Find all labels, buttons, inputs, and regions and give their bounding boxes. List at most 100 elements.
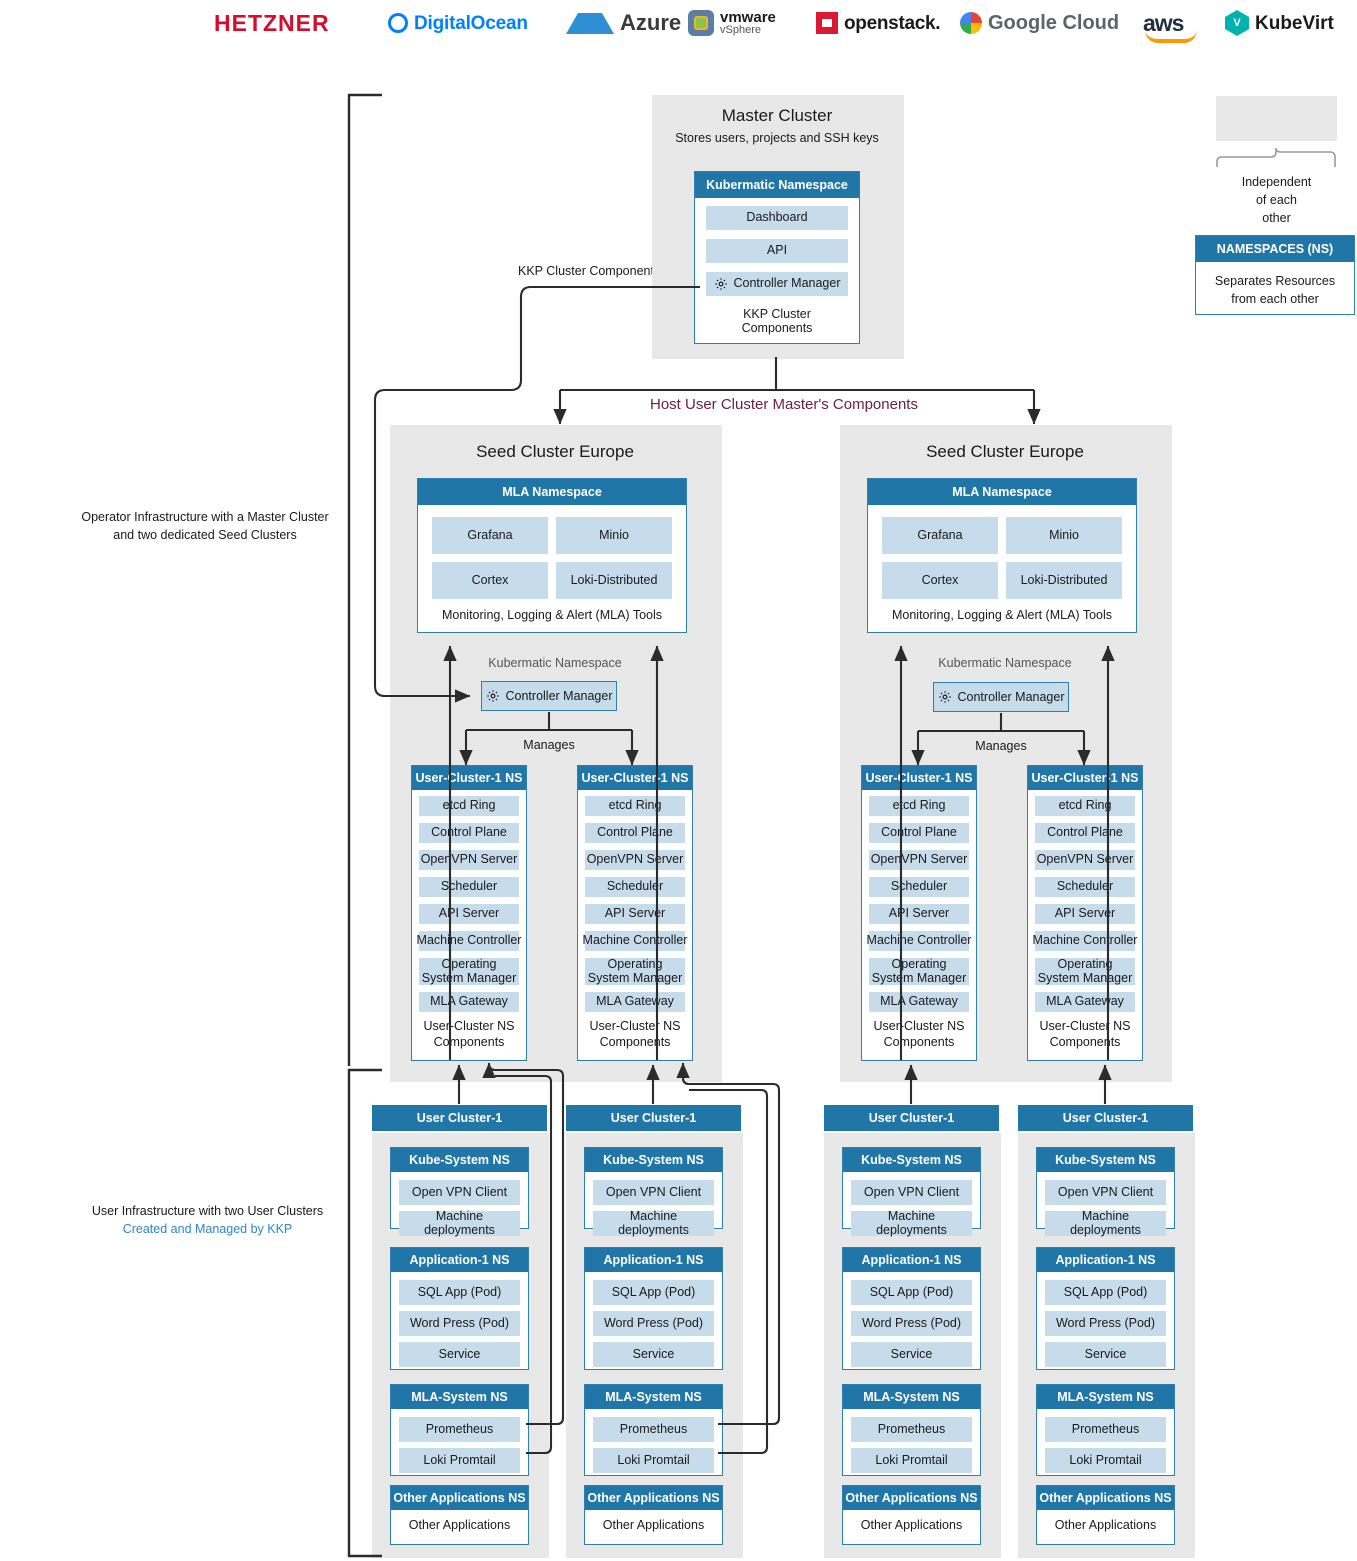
mla-item-cortex-0[interactable]: Cortex (432, 562, 548, 599)
uc-ns-header-3-3: Other Applications NS (1037, 1486, 1174, 1510)
uc-item-prometheus-1-2[interactable]: Prometheus (593, 1417, 714, 1442)
mla-item-cortex-1[interactable]: Cortex (882, 562, 998, 599)
uc-ns-item-etcd-ring-0-1[interactable]: etcd Ring (585, 796, 685, 816)
uc-ns-item-api-server-1-1[interactable]: API Server (1035, 904, 1135, 924)
logo-text-hetzner: HETZNER (214, 9, 330, 36)
master-ns-item-api[interactable]: API (706, 239, 848, 263)
uc-ns-item-control-plane-1-1[interactable]: Control Plane (1035, 823, 1135, 843)
uc-item-machine-deployments-0-0[interactable]: Machine deployments (399, 1209, 520, 1236)
uc-ns-item-scheduler-0-0[interactable]: Scheduler (419, 877, 519, 897)
master-controller-manager-chip[interactable]: Controller Manager (706, 272, 848, 296)
mla-item-loki-distributed-0[interactable]: Loki-Distributed (556, 562, 672, 599)
uc-ns-item-operating-system-manager-1-0[interactable]: Operating System Manager (869, 957, 969, 985)
uc-ns-item-openvpn-server-0-1[interactable]: OpenVPN Server (585, 850, 685, 870)
uc-ns-item-mla-gateway-1-0[interactable]: MLA Gateway (869, 992, 969, 1012)
uc-ns-item-api-server-1-0[interactable]: API Server (869, 904, 969, 924)
uc-item-service-1-1[interactable]: Service (593, 1342, 714, 1367)
uc-ns-body-3-2: Prometheus Loki Promtail (1037, 1409, 1174, 1473)
uc-ns-item-control-plane-0-0[interactable]: Control Plane (419, 823, 519, 843)
uc-ns-item-mla-gateway-1-1[interactable]: MLA Gateway (1035, 992, 1135, 1012)
uc-ns-item-machine-controller-0-0[interactable]: Machine Controller (417, 931, 521, 951)
uc-item-service-2-1[interactable]: Service (851, 1342, 972, 1367)
uc-ns-item-openvpn-server-0-0[interactable]: OpenVPN Server (419, 850, 519, 870)
logo-wordmark-openstack: openstack. (844, 14, 941, 33)
uc-item-loki-promtail-2-2[interactable]: Loki Promtail (851, 1448, 972, 1473)
uc-ns-footer-line1-1-0: User-Cluster NS (873, 1019, 965, 1033)
user-cluster-ns-body-1-1: etcd Ring Control Plane OpenVPN Server Sche… (1028, 790, 1142, 1050)
uc-ns-item-api-server-0-1[interactable]: API Server (585, 904, 685, 924)
logo-digitalocean: DigitalOcean (388, 0, 538, 46)
uc-ns-item-api-server-0-0[interactable]: API Server (419, 904, 519, 924)
legend-namespaces-card: NAMESPACES (NS) Separates Resources from e… (1195, 235, 1355, 315)
uc-ns-item-etcd-ring-0-0[interactable]: etcd Ring (419, 796, 519, 816)
uc-ns-item-mla-gateway-0-0[interactable]: MLA Gateway (419, 992, 519, 1012)
uc-ns-item-operating-system-manager-1-1[interactable]: Operating System Manager (1035, 957, 1135, 985)
legend-sample-box (1216, 96, 1337, 141)
gear-icon (714, 277, 728, 291)
uc-ns-card-2-1: Application-1 NS SQL App (Pod) Word Press … (842, 1247, 981, 1370)
uc-item-sql-app-pod--0-1[interactable]: SQL App (Pod) (399, 1280, 520, 1305)
user-cluster-header-1: User Cluster-1 (566, 1105, 741, 1131)
uc-ns-item-scheduler-0-1[interactable]: Scheduler (585, 877, 685, 897)
uc-ns-item-scheduler-1-0[interactable]: Scheduler (869, 877, 969, 897)
uc-item-sql-app-pod--3-1[interactable]: SQL App (Pod) (1045, 1280, 1166, 1305)
user-cluster-ns-header-1-1: User-Cluster-1 NS (1028, 766, 1142, 790)
uc-ns-item-control-plane-1-0[interactable]: Control Plane (869, 823, 969, 843)
mla-item-grafana-1[interactable]: Grafana (882, 517, 998, 554)
uc-ns-item-etcd-ring-1-0[interactable]: etcd Ring (869, 796, 969, 816)
user-cluster-ns-footer-1-1: User-Cluster NS Components (1035, 1019, 1135, 1050)
uc-ns-item-scheduler-1-1[interactable]: Scheduler (1035, 877, 1135, 897)
uc-item-loki-promtail-0-2[interactable]: Loki Promtail (399, 1448, 520, 1473)
uc-item-service-0-1[interactable]: Service (399, 1342, 520, 1367)
uc-item-machine-deployments-3-0[interactable]: Machine deployments (1045, 1209, 1166, 1236)
uc-item-open-vpn-client-2-0[interactable]: Open VPN Client (851, 1180, 972, 1205)
uc-item-prometheus-3-2[interactable]: Prometheus (1045, 1417, 1166, 1442)
master-controller-manager-label: Controller Manager (733, 276, 841, 291)
uc-item-sql-app-pod--1-1[interactable]: SQL App (Pod) (593, 1280, 714, 1305)
mla-item-minio-1[interactable]: Minio (1006, 517, 1122, 554)
uc-ns-body-1-3: Other Applications (585, 1510, 722, 1532)
uc-item-loki-promtail-1-2[interactable]: Loki Promtail (593, 1448, 714, 1473)
mla-item-minio-0[interactable]: Minio (556, 517, 672, 554)
uc-item-service-3-1[interactable]: Service (1045, 1342, 1166, 1367)
uc-ns-item-machine-controller-1-0[interactable]: Machine Controller (867, 931, 971, 951)
uc-item-word-press-pod--3-1[interactable]: Word Press (Pod) (1045, 1311, 1166, 1336)
uc-ns-item-openvpn-server-1-0[interactable]: OpenVPN Server (869, 850, 969, 870)
uc-ns-item-operating-system-manager-0-1[interactable]: Operating System Manager (585, 957, 685, 985)
uc-item-machine-deployments-2-0[interactable]: Machine deployments (851, 1209, 972, 1236)
mla-namespace-card-1: MLA Namespace Grafana Minio Cortex Loki-Dist… (867, 478, 1137, 633)
uc-item-sql-app-pod--2-1[interactable]: SQL App (Pod) (851, 1280, 972, 1305)
mla-item-grafana-0[interactable]: Grafana (432, 517, 548, 554)
uc-item-word-press-pod--1-1[interactable]: Word Press (Pod) (593, 1311, 714, 1336)
mla-namespace-footer-0: Monitoring, Logging & Alert (MLA) Tools (441, 608, 663, 622)
uc-ns-footer-line1-1-1: User-Cluster NS (1039, 1019, 1131, 1033)
mla-item-loki-distributed-1[interactable]: Loki-Distributed (1006, 562, 1122, 599)
uc-ns-item-machine-controller-1-1[interactable]: Machine Controller (1033, 931, 1137, 951)
uc-item-prometheus-2-2[interactable]: Prometheus (851, 1417, 972, 1442)
kubevirt-mark: V (1225, 10, 1249, 36)
uc-item-open-vpn-client-1-0[interactable]: Open VPN Client (593, 1180, 714, 1205)
user-cluster-ns-card-0-0: User-Cluster-1 NS etcd Ring Control Plane O… (411, 765, 527, 1061)
uc-item-word-press-pod--0-1[interactable]: Word Press (Pod) (399, 1311, 520, 1336)
mla-namespace-header-0: MLA Namespace (418, 479, 686, 505)
uc-ns-item-machine-controller-0-1[interactable]: Machine Controller (583, 931, 687, 951)
uc-item-prometheus-0-2[interactable]: Prometheus (399, 1417, 520, 1442)
uc-item-open-vpn-client-3-0[interactable]: Open VPN Client (1045, 1180, 1166, 1205)
uc-ns-card-0-1: Application-1 NS SQL App (Pod) Word Press … (390, 1247, 529, 1370)
uc-ns-item-operating-system-manager-0-0[interactable]: Operating System Manager (419, 957, 519, 985)
uc-ns-item-mla-gateway-0-1[interactable]: MLA Gateway (585, 992, 685, 1012)
uc-ns-header-0-1: Application-1 NS (391, 1248, 528, 1272)
seed-controller-manager-1[interactable]: Controller Manager (933, 682, 1069, 712)
uc-ns-item-openvpn-server-1-1[interactable]: OpenVPN Server (1035, 850, 1135, 870)
uc-item-loki-promtail-3-2[interactable]: Loki Promtail (1045, 1448, 1166, 1473)
uc-item-other-applications-0-3: Other Applications (408, 1518, 511, 1532)
uc-ns-item-etcd-ring-1-1[interactable]: etcd Ring (1035, 796, 1135, 816)
seed-controller-manager-0[interactable]: Controller Manager (481, 681, 617, 711)
master-ns-item-dashboard[interactable]: Dashboard (706, 206, 848, 230)
uc-item-machine-deployments-1-0[interactable]: Machine deployments (593, 1209, 714, 1236)
uc-ns-item-control-plane-0-1[interactable]: Control Plane (585, 823, 685, 843)
uc-item-open-vpn-client-0-0[interactable]: Open VPN Client (399, 1180, 520, 1205)
uc-ns-card-3-2: MLA-System NS Prometheus Loki Promtail (1036, 1384, 1175, 1476)
uc-item-word-press-pod--2-1[interactable]: Word Press (Pod) (851, 1311, 972, 1336)
legend-namespaces-body-line1: Separates Resources (1214, 274, 1336, 288)
